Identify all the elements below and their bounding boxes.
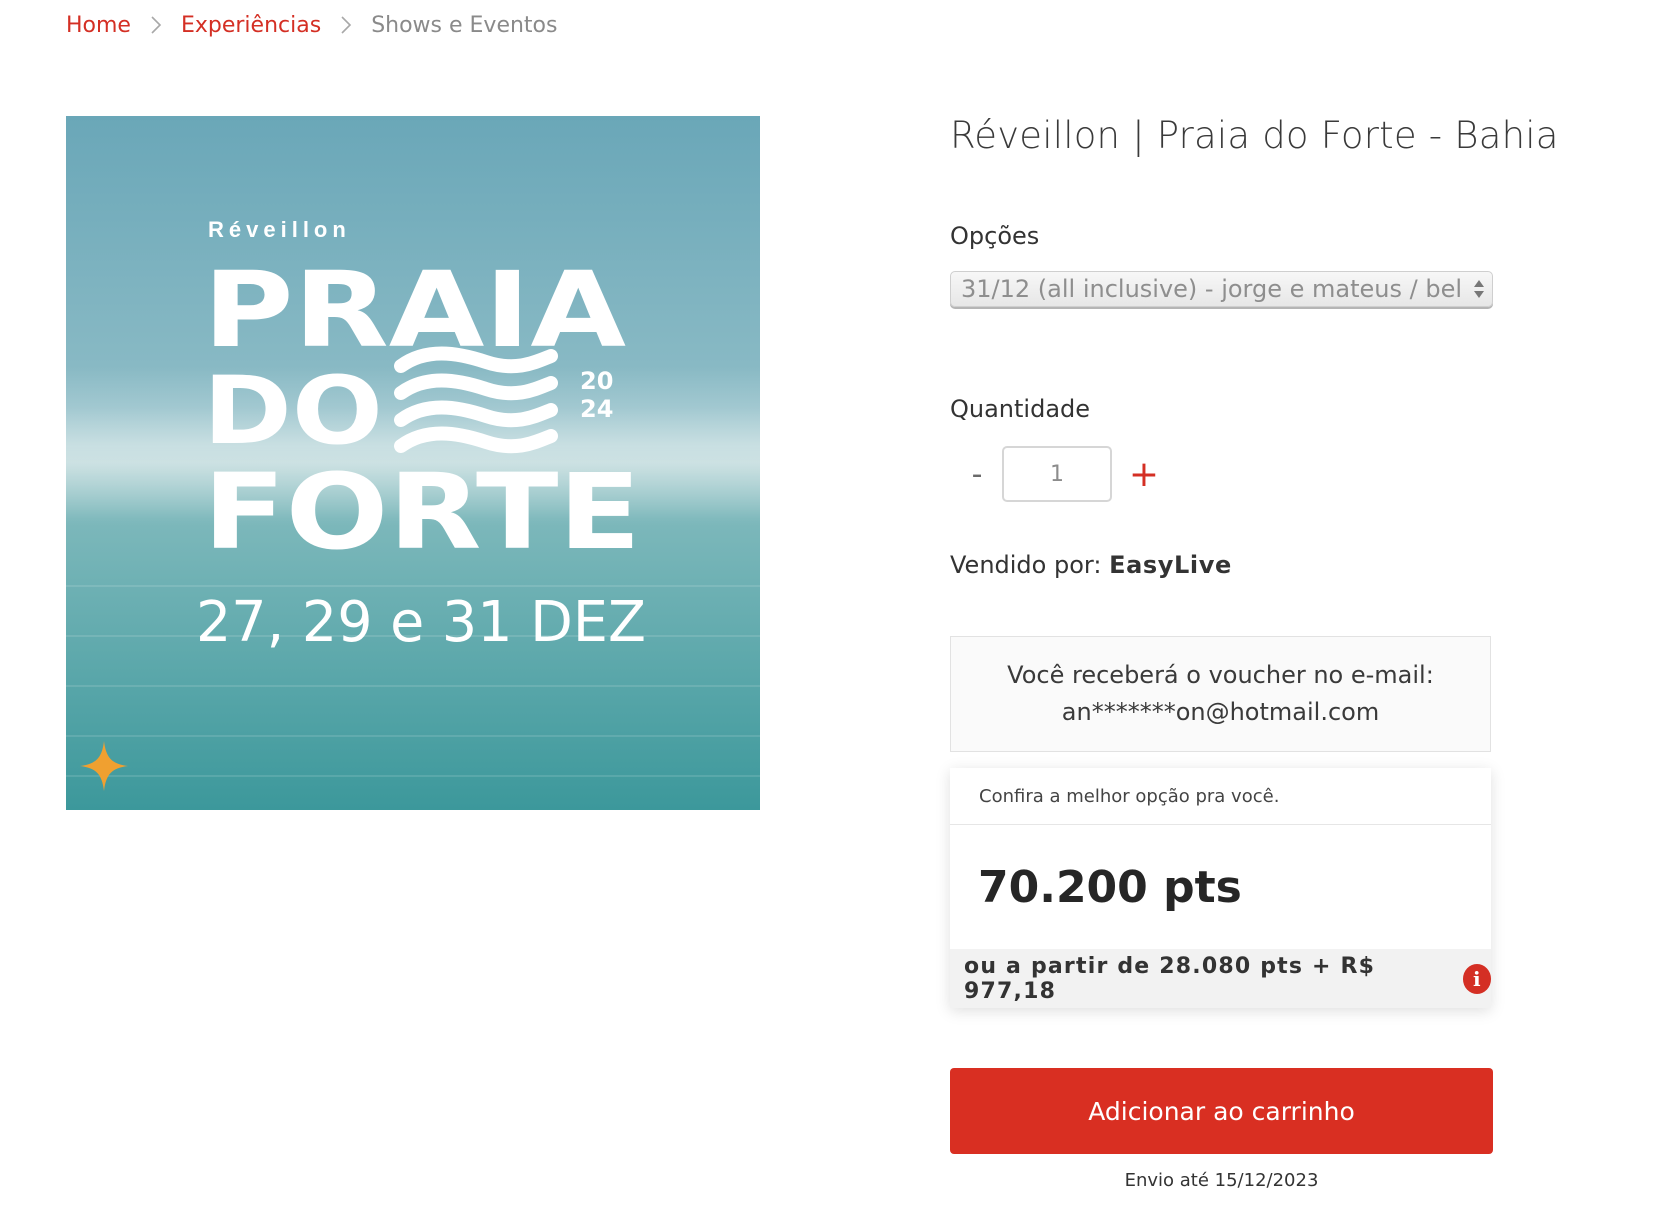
price-card: Confira a melhor opção pra você. 70.200 … — [950, 768, 1491, 1008]
image-do-text: DO — [203, 357, 383, 466]
quantity-label: Quantidade — [950, 395, 1091, 423]
voucher-notice: Você receberá o voucher no e-mail: an***… — [950, 636, 1491, 752]
add-to-cart-button[interactable]: Adicionar ao carrinho — [950, 1068, 1493, 1154]
quantity-stepper: - + — [950, 445, 1493, 505]
voucher-email: an*******on@hotmail.com — [1061, 698, 1380, 726]
options-label: Opções — [950, 222, 1040, 250]
options-select[interactable]: 31/12 (all inclusive) - jorge e mateus /… — [950, 271, 1493, 307]
price-card-header: Confira a melhor opção pra você. — [950, 768, 1491, 825]
image-year-top-text: 20 — [580, 367, 613, 395]
quantity-input[interactable] — [1002, 446, 1112, 502]
voucher-text: Você receberá o voucher no e-mail: — [1007, 661, 1434, 689]
breadcrumb-experiencias-link[interactable]: Experiências — [181, 13, 321, 38]
seller-info: Vendido por: EasyLive — [950, 551, 1493, 579]
price-alternative: ou a partir de 28.080 pts + R$ 977,18 i — [950, 949, 1491, 1008]
breadcrumb-current: Shows e Eventos — [371, 12, 558, 38]
image-year-bottom-text: 24 — [580, 395, 613, 423]
price-alternative-text: ou a partir de 28.080 pts + R$ 977,18 — [964, 953, 1376, 1004]
seller-name: EasyLive — [1109, 551, 1232, 579]
breadcrumb-home-link[interactable]: Home — [66, 13, 131, 38]
select-arrows-icon — [1474, 280, 1484, 298]
seller-label: Vendido por: — [950, 551, 1102, 579]
product-image: Réveillon PRAIA DO 20 24 FORTE 27, 29 e … — [66, 116, 760, 810]
quantity-decrease-button[interactable]: - — [962, 449, 992, 499]
shipping-date: Envio até 15/12/2023 — [1124, 1170, 1319, 1191]
image-reveillon-text: Réveillon — [208, 217, 351, 242]
quantity-increase-button[interactable]: + — [1126, 445, 1162, 503]
options-selected-value: 31/12 (all inclusive) - jorge e mateus /… — [961, 275, 1461, 303]
breadcrumb: Home Experiências Shows e Eventos — [66, 8, 557, 42]
image-dates-text: 27, 29 e 31 DEZ — [196, 590, 646, 655]
price-points: 70.200 pts — [978, 861, 1242, 913]
image-forte-text: FORTE — [203, 451, 641, 573]
chevron-right-icon — [131, 8, 181, 42]
chevron-right-icon — [321, 8, 371, 42]
info-icon[interactable]: i — [1462, 963, 1491, 994]
product-title: Réveillon | Praia do Forte - Bahia — [950, 114, 1559, 157]
